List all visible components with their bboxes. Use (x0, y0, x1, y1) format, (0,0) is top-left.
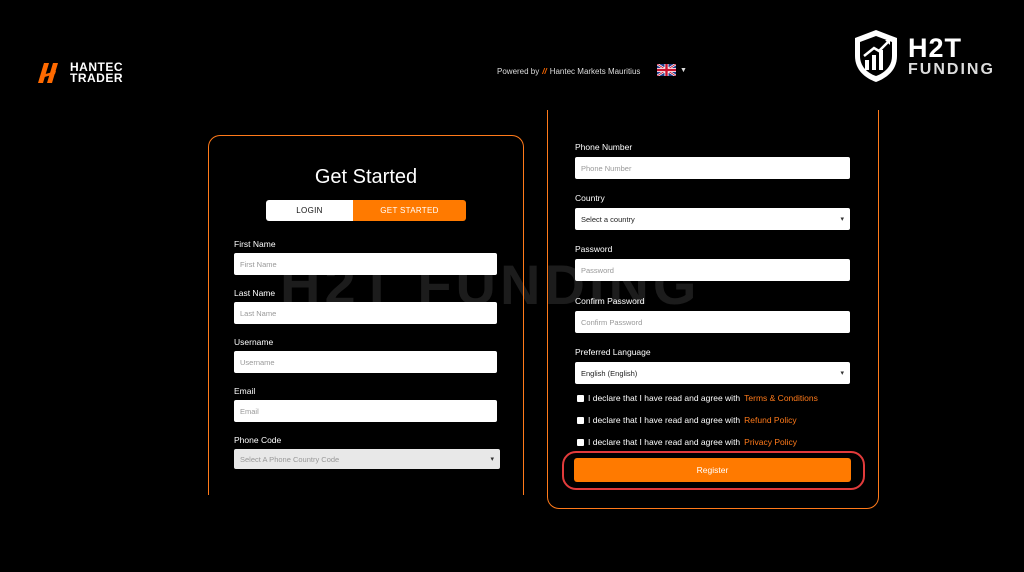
declare-text: I declare that I have read and agree wit… (588, 415, 741, 425)
refund-checkbox-row: I declare that I have read and agree wit… (577, 415, 797, 425)
chevron-down-icon: ▾ (840, 370, 844, 377)
terms-checkbox[interactable] (577, 394, 584, 402)
confirm-password-label: Confirm Password (575, 296, 645, 306)
hantec-logo-icon (38, 63, 58, 83)
confirm-password-input[interactable]: Confirm Password (575, 311, 850, 333)
username-label: Username (234, 337, 274, 347)
last-name-label: Last Name (234, 288, 276, 298)
privacy-checkbox-row: I declare that I have read and agree wit… (577, 437, 797, 447)
phone-code-value: Select A Phone Country Code (240, 454, 340, 464)
hantec-trader-logo[interactable]: HANTEC TRADER (38, 61, 123, 85)
auth-tabs: LOGIN GET STARTED (266, 200, 466, 221)
page-title: Get Started (314, 166, 418, 188)
last-name-input[interactable]: Last Name (234, 302, 497, 324)
tab-get-started[interactable]: GET STARTED (353, 200, 466, 221)
phone-code-label: Phone Code (234, 435, 282, 445)
tab-login[interactable]: LOGIN (266, 200, 353, 221)
h2t-funding-logo: H2T FUNDING (852, 28, 995, 84)
terms-checkbox-row: I declare that I have read and agree wit… (577, 393, 818, 403)
phone-number-input[interactable]: Phone Number (575, 157, 850, 179)
first-name-label: First Name (234, 239, 276, 249)
language-selector[interactable]: ▼ (657, 64, 687, 76)
brand-text: HANTEC TRADER (70, 61, 123, 85)
privacy-checkbox[interactable] (577, 438, 584, 446)
chevron-down-icon: ▼ (680, 66, 687, 74)
hantec-small-icon: // (542, 67, 547, 76)
powered-by: Powered by // Hantec Markets Mauritius (497, 67, 640, 76)
terms-link[interactable]: Terms & Conditions (744, 393, 818, 403)
register-button[interactable]: Register (574, 458, 851, 482)
phone-code-select[interactable]: Select A Phone Country Code ▾ (234, 449, 500, 469)
privacy-link[interactable]: Privacy Policy (744, 437, 797, 447)
h2t-title: H2T (908, 33, 963, 63)
password-input[interactable]: Password (575, 259, 850, 281)
first-name-input[interactable]: First Name (234, 253, 497, 275)
refund-link[interactable]: Refund Policy (744, 415, 796, 425)
email-label: Email (234, 386, 256, 396)
country-label: Country (575, 193, 605, 203)
powered-company: Hantec Markets Mauritius (549, 67, 641, 76)
uk-flag-icon (657, 64, 676, 76)
chevron-down-icon: ▾ (840, 216, 844, 223)
powered-prefix: Powered by (497, 67, 540, 76)
password-label: Password (575, 244, 613, 254)
country-value: Select a country (581, 214, 635, 224)
username-input[interactable]: Username (234, 351, 497, 373)
declare-text: I declare that I have read and agree wit… (588, 437, 741, 447)
email-input[interactable]: Email (234, 400, 497, 422)
preferred-language-value: English (English) (581, 368, 638, 378)
preferred-language-label: Preferred Language (575, 347, 651, 357)
h2t-subtitle: FUNDING (908, 61, 995, 78)
phone-number-label: Phone Number (575, 142, 633, 152)
declare-text: I declare that I have read and agree wit… (588, 393, 741, 403)
refund-checkbox[interactable] (577, 416, 584, 424)
country-select[interactable]: Select a country ▾ (575, 208, 850, 230)
chevron-down-icon: ▾ (490, 456, 494, 463)
shield-chart-icon (855, 30, 897, 82)
brand-line2: TRADER (70, 71, 123, 85)
preferred-language-select[interactable]: English (English) ▾ (575, 362, 850, 384)
